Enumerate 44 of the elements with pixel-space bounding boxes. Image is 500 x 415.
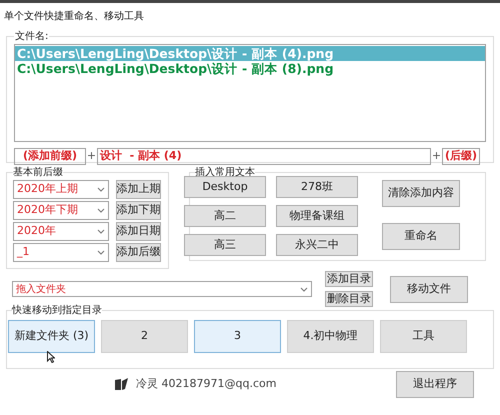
clear-button[interactable]: 清除添加内容 (382, 180, 460, 207)
add-button[interactable]: 添加下期 (116, 201, 161, 220)
insert-text-button[interactable]: 物理备课组 (276, 205, 358, 227)
mouse-cursor-icon (47, 351, 55, 363)
group-title: 快速移动到指定目录 (12, 304, 102, 318)
rename-button[interactable]: 重命名 (382, 223, 460, 250)
dropdown-field[interactable]: _1 (13, 243, 109, 262)
insert-text-button[interactable]: Desktop (184, 176, 266, 198)
delete-folder-button[interactable]: 删除目录 (325, 291, 373, 307)
suffix-field[interactable]: (后缀) (442, 148, 480, 165)
exit-button[interactable]: 退出程序 (396, 371, 474, 398)
prefix-field[interactable]: (添加前缀) (14, 148, 86, 165)
window-title: 单个文件快捷重命名、移动工具 (3, 10, 145, 24)
folder-button[interactable]: 新建文件夹 (3) (8, 320, 95, 353)
author-text: 冷灵 402187971@qq.com (136, 376, 278, 392)
file-list-item[interactable]: C:\Users\LengLing\Desktop\设计 - 副本 (8).png (15, 61, 485, 76)
move-file-button[interactable]: 移动文件 (390, 276, 468, 302)
dropdown-field[interactable]: 2020年上期 (13, 180, 109, 199)
add-button[interactable]: 添加后缀 (116, 243, 161, 262)
book-logo-icon (114, 378, 130, 391)
dropdown-caret-icon (97, 250, 105, 255)
insert-text-button[interactable]: 永兴二中 (276, 234, 358, 256)
insert-text-button[interactable]: 278班 (276, 176, 358, 198)
plus-sign: + (431, 148, 442, 164)
add-folder-button[interactable]: 添加目录 (325, 271, 373, 287)
insert-text-button[interactable]: 高三 (184, 234, 266, 256)
folder-button[interactable]: 工具 (380, 320, 467, 353)
dropdown-field[interactable]: 2020年下期 (13, 201, 109, 220)
dropdown-field[interactable]: 2020年 (13, 222, 109, 241)
group-title: 基本前后缀 (13, 166, 63, 180)
group-title: 文件名: (14, 30, 50, 44)
filename-field[interactable]: 设计 - 副本 (4) (97, 148, 431, 165)
folder-button[interactable]: 3 (194, 320, 281, 353)
folder-button[interactable]: 2 (101, 320, 188, 353)
add-button[interactable]: 添加日期 (116, 222, 161, 241)
folder-dropdown[interactable]: 拖入文件夹 (12, 281, 312, 297)
dropdown-caret-icon (97, 208, 105, 213)
dropdown-caret-icon (97, 187, 105, 192)
insert-text-button[interactable]: 高二 (184, 205, 266, 227)
add-button[interactable]: 添加上期 (116, 180, 161, 199)
plus-sign: + (86, 148, 97, 164)
folder-button[interactable]: 4.初中物理 (287, 320, 374, 353)
dropdown-caret-icon (97, 229, 105, 234)
dropdown-caret-icon (300, 286, 308, 292)
